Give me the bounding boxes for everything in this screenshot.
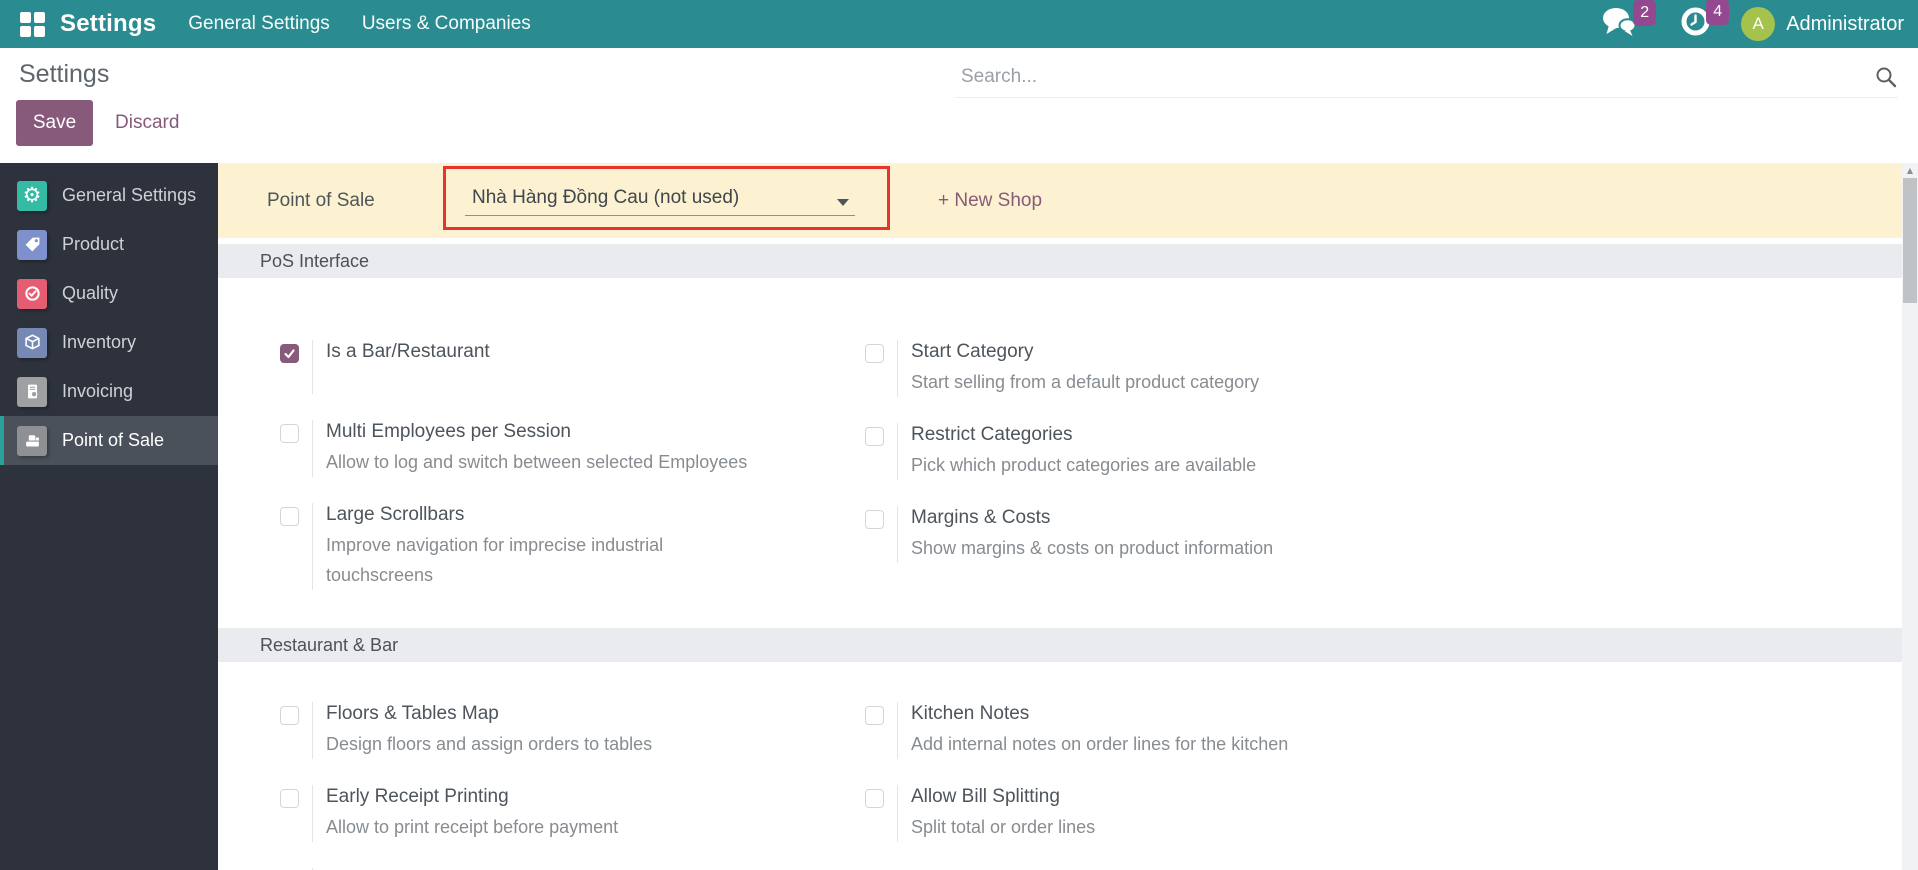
checkbox-is-a-bar-restaurant[interactable] (280, 344, 299, 363)
settings-column-right: Start Category Start selling from a defa… (865, 340, 1450, 616)
setting-margins-costs: Margins & Costs Show margins & costs on … (865, 506, 1450, 563)
sidebar-item-quality[interactable]: Quality (0, 269, 218, 318)
setting-desc: Show margins & costs on product informat… (911, 533, 1273, 563)
setting-desc: Split total or order lines (911, 812, 1095, 842)
section-restaurant-bar: Floors & Tables Map Design floors and as… (218, 662, 1902, 870)
checkbox-floors-tables-map[interactable] (280, 706, 299, 725)
settings-column-left: Floors & Tables Map Design floors and as… (280, 702, 865, 870)
setting-desc: Add internal notes on order lines for th… (911, 729, 1288, 759)
checkbox-early-receipt-printing[interactable] (280, 789, 299, 808)
app-title: Settings (60, 10, 156, 38)
setting-is-a-bar-restaurant: Is a Bar/Restaurant (280, 340, 865, 394)
setting-label[interactable]: Start Category (911, 340, 1259, 364)
sidebar-item-general-settings[interactable]: ⚙ General Settings (0, 171, 218, 220)
setting-desc: Improve navigation for imprecise industr… (326, 530, 766, 590)
scrollbar[interactable]: ▲ (1902, 163, 1918, 870)
search-icon[interactable] (1874, 65, 1898, 89)
page-title: Settings (19, 60, 109, 89)
sidebar-item-label: Product (62, 234, 124, 255)
checkbox-large-scrollbars[interactable] (280, 507, 299, 526)
setting-allow-bill-splitting: Allow Bill Splitting Split total or orde… (865, 785, 1450, 842)
settings-column-right: Kitchen Notes Add internal notes on orde… (865, 702, 1450, 870)
setting-early-receipt-printing: Early Receipt Printing Allow to print re… (280, 785, 865, 842)
invoice-icon (17, 377, 47, 407)
setting-label[interactable]: Early Receipt Printing (326, 785, 618, 809)
activities-badge: 4 (1706, 0, 1729, 25)
shop-selector-row: Point of Sale Nhà Hàng Đồng Cau (not use… (218, 163, 1902, 238)
shop-selector-value: Nhà Hàng Đồng Cau (not used) (472, 187, 739, 209)
tag-icon (17, 230, 47, 260)
sidebar-item-label: Point of Sale (62, 430, 164, 451)
discard-button[interactable]: Discard (107, 100, 187, 146)
section-header-restaurant-bar: Restaurant & Bar (218, 628, 1902, 662)
setting-multi-employees: Multi Employees per Session Allow to log… (280, 420, 865, 477)
nav-menu-users-companies[interactable]: Users & Companies (362, 13, 531, 35)
setting-start-category: Start Category Start selling from a defa… (865, 340, 1450, 397)
shop-row-label: Point of Sale (267, 190, 375, 212)
checkbox-restrict-categories[interactable] (865, 427, 884, 446)
section-header-pos-interface: PoS Interface (218, 244, 1902, 278)
chevron-down-icon (837, 199, 849, 206)
section-pos-interface: Is a Bar/Restaurant Multi Employees per … (218, 278, 1902, 628)
setting-desc: Start selling from a default product cat… (911, 367, 1259, 397)
setting-floors-tables-map: Floors & Tables Map Design floors and as… (280, 702, 865, 759)
sidebar-item-label: Invoicing (62, 381, 133, 402)
setting-label[interactable]: Restrict Categories (911, 423, 1256, 447)
scroll-up-button[interactable]: ▲ (1902, 163, 1918, 178)
search-input[interactable] (961, 66, 1821, 88)
sidebar-item-label: Quality (62, 283, 118, 304)
checkbox-multi-employees[interactable] (280, 424, 299, 443)
checkbox-start-category[interactable] (865, 344, 884, 363)
chat-bubbles-icon (1602, 7, 1636, 37)
activities-button[interactable]: 4 (1680, 6, 1711, 42)
cash-register-icon (17, 426, 47, 456)
setting-label[interactable]: Allow Bill Splitting (911, 785, 1095, 809)
scrollbar-thumb[interactable] (1903, 178, 1917, 303)
section-title: Restaurant & Bar (260, 635, 398, 656)
settings-content: Point of Sale Nhà Hàng Đồng Cau (not use… (218, 163, 1902, 870)
setting-large-scrollbars: Large Scrollbars Improve navigation for … (280, 503, 865, 590)
top-nav: Settings General Settings Users & Compan… (0, 0, 1918, 48)
setting-desc: Design floors and assign orders to table… (326, 729, 652, 759)
sidebar-item-product[interactable]: Product (0, 220, 218, 269)
shop-selector[interactable]: Nhà Hàng Đồng Cau (not used) (465, 187, 855, 216)
save-button[interactable]: Save (16, 100, 93, 146)
setting-kitchen-notes: Kitchen Notes Add internal notes on orde… (865, 702, 1450, 759)
sidebar-item-label: General Settings (62, 185, 196, 206)
setting-label[interactable]: Margins & Costs (911, 506, 1273, 530)
setting-label[interactable]: Multi Employees per Session (326, 420, 747, 444)
settings-sidebar: ⚙ General Settings Product Quality Inven (0, 163, 218, 870)
messages-badge: 2 (1633, 0, 1656, 26)
gear-icon: ⚙ (17, 181, 47, 211)
search-bar (955, 64, 1898, 98)
setting-label[interactable]: Kitchen Notes (911, 702, 1288, 726)
settings-column-left: Is a Bar/Restaurant Multi Employees per … (280, 340, 865, 616)
sidebar-item-inventory[interactable]: Inventory (0, 318, 218, 367)
quality-badge-icon (17, 279, 47, 309)
sidebar-item-invoicing[interactable]: Invoicing (0, 367, 218, 416)
setting-restrict-categories: Restrict Categories Pick which product c… (865, 423, 1450, 480)
nav-right: 2 4 A Administrator (1602, 6, 1918, 42)
sidebar-item-label: Inventory (62, 332, 136, 353)
control-panel: Settings Save Discard (0, 48, 1918, 163)
setting-label[interactable]: Is a Bar/Restaurant (326, 340, 490, 364)
setting-desc: Pick which product categories are availa… (911, 450, 1256, 480)
new-shop-button[interactable]: + New Shop (938, 190, 1042, 212)
apps-grid-icon[interactable] (20, 12, 45, 37)
setting-desc: Allow to print receipt before payment (326, 812, 618, 842)
messages-button[interactable]: 2 (1602, 7, 1636, 42)
user-menu[interactable]: Administrator (1786, 13, 1904, 36)
section-title: PoS Interface (260, 251, 369, 272)
avatar-initial: A (1753, 14, 1764, 34)
checkbox-margins-costs[interactable] (865, 510, 884, 529)
setting-label[interactable]: Large Scrollbars (326, 503, 766, 527)
checkbox-kitchen-notes[interactable] (865, 706, 884, 725)
sidebar-item-point-of-sale[interactable]: Point of Sale (0, 416, 218, 465)
nav-menu-general-settings[interactable]: General Settings (188, 13, 330, 35)
setting-desc: Allow to log and switch between selected… (326, 447, 747, 477)
cube-icon (17, 328, 47, 358)
setting-label[interactable]: Floors & Tables Map (326, 702, 652, 726)
avatar[interactable]: A (1741, 7, 1775, 41)
checkbox-allow-bill-splitting[interactable] (865, 789, 884, 808)
